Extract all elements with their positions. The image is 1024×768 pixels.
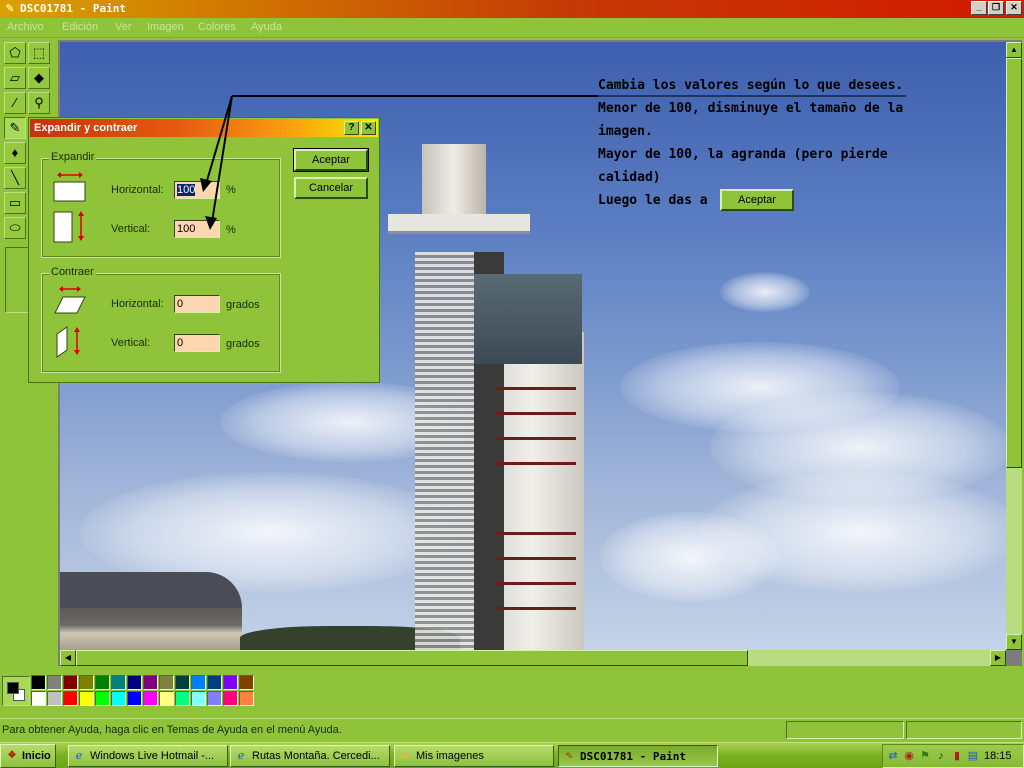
- palette-swatch[interactable]: [159, 675, 174, 690]
- palette-swatch[interactable]: [143, 691, 158, 706]
- palette-swatch[interactable]: [127, 675, 142, 690]
- start-button[interactable]: ❖ Inicio: [0, 744, 56, 768]
- palette-swatch[interactable]: [207, 675, 222, 690]
- palette-swatch[interactable]: [31, 675, 46, 690]
- vertical-scrollbar[interactable]: ▲ ▼: [1006, 42, 1022, 650]
- task-label: Mis imagenes: [416, 750, 484, 762]
- scroll-down-icon[interactable]: ▼: [1006, 634, 1022, 650]
- task-label: Rutas Montaña. Cercedi...: [252, 750, 380, 762]
- palette-swatch[interactable]: [111, 691, 126, 706]
- scroll-left-icon[interactable]: ◀: [60, 650, 76, 666]
- palette-swatch[interactable]: [239, 675, 254, 690]
- task-label: Windows Live Hotmail -...: [90, 750, 215, 762]
- palette-swatch[interactable]: [223, 691, 238, 706]
- vertical-scroll-thumb[interactable]: [1006, 58, 1022, 468]
- palette-swatch[interactable]: [143, 675, 158, 690]
- task-rutas[interactable]: ℯ Rutas Montaña. Cercedi...: [230, 745, 390, 767]
- horizontal-scroll-thumb[interactable]: [76, 650, 748, 666]
- volume-icon[interactable]: ♪: [934, 749, 948, 763]
- antivirus-icon[interactable]: ⚑: [918, 749, 932, 763]
- task-hotmail[interactable]: ℯ Windows Live Hotmail -...: [68, 745, 228, 767]
- status-coords-panel: [786, 721, 904, 739]
- palette-swatch[interactable]: [239, 691, 254, 706]
- palette-swatch[interactable]: [47, 691, 62, 706]
- battery-icon[interactable]: ▮: [950, 749, 964, 763]
- palette-swatch[interactable]: [175, 691, 190, 706]
- status-size-panel: [906, 721, 1022, 739]
- folder-icon: ▰: [400, 750, 410, 762]
- palette-swatch[interactable]: [159, 691, 174, 706]
- palette-swatch[interactable]: [207, 691, 222, 706]
- palette-swatch[interactable]: [79, 675, 94, 690]
- ie-icon: ℯ: [237, 750, 245, 762]
- security-icon[interactable]: ◉: [902, 749, 916, 763]
- palette-swatch[interactable]: [47, 675, 62, 690]
- scroll-up-icon[interactable]: ▲: [1006, 42, 1022, 58]
- task-mis-imagenes[interactable]: ▰ Mis imagenes: [394, 745, 554, 767]
- palette-swatch[interactable]: [95, 675, 110, 690]
- clock: 18:15: [984, 750, 1012, 762]
- windows-logo-icon: ❖: [7, 750, 17, 761]
- palette-swatch[interactable]: [127, 691, 142, 706]
- palette-swatch[interactable]: [191, 691, 206, 706]
- scroll-right-icon[interactable]: ▶: [990, 650, 1006, 666]
- foreground-color-swatch[interactable]: [7, 682, 19, 694]
- horizontal-scrollbar[interactable]: ◀ ▶: [60, 650, 1006, 666]
- paint-icon: ✎: [565, 749, 573, 762]
- task-label: DSC01781 - Paint: [580, 750, 686, 763]
- task-paint[interactable]: ✎ DSC01781 - Paint: [558, 745, 718, 767]
- palette-swatch[interactable]: [63, 675, 78, 690]
- palette-swatch[interactable]: [63, 691, 78, 706]
- monitor-icon[interactable]: ▤: [966, 749, 980, 763]
- status-bar: Para obtener Ayuda, haga clic en Temas d…: [0, 718, 1024, 740]
- taskbar: ❖ Inicio ℯ Windows Live Hotmail -... ℯ R…: [0, 742, 1024, 768]
- start-label: Inicio: [22, 750, 51, 762]
- palette-swatch[interactable]: [95, 691, 110, 706]
- palette-swatch[interactable]: [175, 675, 190, 690]
- system-tray: ⇄ ◉ ⚑ ♪ ▮ ▤ 18:15: [882, 744, 1024, 768]
- palette-swatch[interactable]: [223, 675, 238, 690]
- palette-swatch[interactable]: [31, 691, 46, 706]
- network-icon[interactable]: ⇄: [886, 749, 900, 763]
- palette-swatch[interactable]: [111, 675, 126, 690]
- current-colors[interactable]: [2, 676, 30, 706]
- palette-swatch[interactable]: [79, 691, 94, 706]
- status-message: Para obtener Ayuda, haga clic en Temas d…: [2, 724, 342, 736]
- palette-swatch[interactable]: [191, 675, 206, 690]
- ie-icon: ℯ: [75, 750, 83, 762]
